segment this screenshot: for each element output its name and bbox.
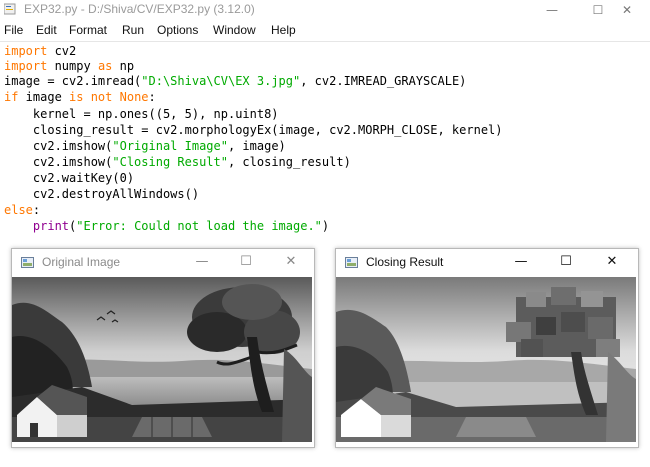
close-button[interactable]: ✕ (604, 0, 650, 20)
menu-window[interactable]: Window (213, 23, 256, 37)
menu-edit[interactable]: Edit (36, 23, 57, 37)
original-image-content (12, 277, 312, 442)
code-line-2: import numpy as np (4, 59, 134, 74)
code-text: image (18, 90, 70, 104)
keyword: None (119, 90, 149, 104)
code-text: cv2 (47, 44, 77, 58)
menu-help[interactable]: Help (271, 23, 296, 37)
code-line-3: image = cv2.imread("D:\Shiva\CV\EX 3.jpg… (4, 74, 466, 89)
code-line-12: print("Error: Could not load the image."… (4, 219, 329, 234)
closing-maximize-button[interactable]: ☐ (546, 249, 586, 277)
original-image-window[interactable]: Original Image — ☐ ✕ (11, 248, 315, 448)
code-text: , cv2.IMREAD_GRAYSCALE) (300, 74, 467, 88)
keyword: if (4, 90, 19, 104)
code-text: np (112, 59, 135, 73)
keyword: is not (69, 90, 113, 104)
code-text: cv2.imshow( (4, 139, 113, 153)
code-text: , image) (227, 139, 286, 153)
keyword: import (4, 59, 48, 73)
original-image-title-bar[interactable]: Original Image — ☐ ✕ (12, 249, 314, 277)
code-text: ) (321, 219, 330, 233)
original-close-button[interactable]: ✕ (271, 249, 311, 277)
code-line-10: cv2.destroyAllWindows() (4, 187, 200, 201)
code-text: cv2.imshow( (4, 155, 113, 169)
image-window-icon (345, 257, 358, 268)
string-literal: "D:\Shiva\CV\EX 3.jpg" (141, 74, 301, 88)
code-line-7: cv2.imshow("Original Image", image) (4, 139, 286, 154)
image-window-icon (21, 257, 34, 268)
closing-result-title-bar[interactable]: Closing Result — ☐ ✕ (336, 249, 638, 277)
closing-result-window[interactable]: Closing Result — ☐ ✕ (335, 248, 639, 448)
code-line-4: if image is not None: (4, 90, 156, 105)
code-text: : (148, 90, 156, 104)
python-idle-icon (4, 3, 16, 15)
menu-run[interactable]: Run (122, 23, 144, 37)
menu-options[interactable]: Options (157, 23, 198, 37)
code-line-1: import cv2 (4, 44, 76, 59)
code-line-6: closing_result = cv2.morphologyEx(image,… (4, 123, 503, 137)
menu-bar: File Edit Format Run Options Window Help (0, 21, 650, 42)
title-bar: EXP32.py - D:/Shiva/CV/EXP32.py (3.12.0)… (0, 0, 650, 20)
keyword: as (97, 59, 113, 73)
keyword: else (4, 203, 33, 217)
code-line-8: cv2.imshow("Closing Result", closing_res… (4, 155, 351, 170)
original-maximize-button[interactable]: ☐ (226, 249, 266, 277)
string-literal: "Original Image" (112, 139, 228, 153)
closing-minimize-button[interactable]: — (501, 249, 541, 277)
minimize-button[interactable]: — (529, 0, 575, 20)
code-text: : (32, 203, 41, 217)
menu-file[interactable]: File (4, 23, 23, 37)
code-text: numpy (47, 59, 98, 73)
code-text: image = cv2.imread( (4, 74, 142, 88)
original-image-title: Original Image (42, 255, 121, 269)
string-literal: "Closing Result" (112, 155, 228, 169)
builtin-name: print (32, 219, 70, 233)
keyword: import (4, 44, 48, 58)
code-line-9: cv2.waitKey(0) (4, 171, 135, 185)
code-line-11: else: (4, 203, 40, 218)
menu-format[interactable]: Format (69, 23, 107, 37)
closing-close-button[interactable]: ✕ (592, 249, 632, 277)
code-text: , closing_result) (227, 155, 351, 169)
closing-result-title: Closing Result (366, 255, 444, 269)
string-literal: "Error: Could not load the image." (76, 219, 322, 233)
window-title: EXP32.py - D:/Shiva/CV/EXP32.py (3.12.0) (24, 2, 255, 16)
original-minimize-button[interactable]: — (182, 249, 222, 277)
closing-result-image-content (336, 277, 636, 442)
code-line-5: kernel = np.ones((5, 5), np.uint8) (4, 107, 279, 121)
